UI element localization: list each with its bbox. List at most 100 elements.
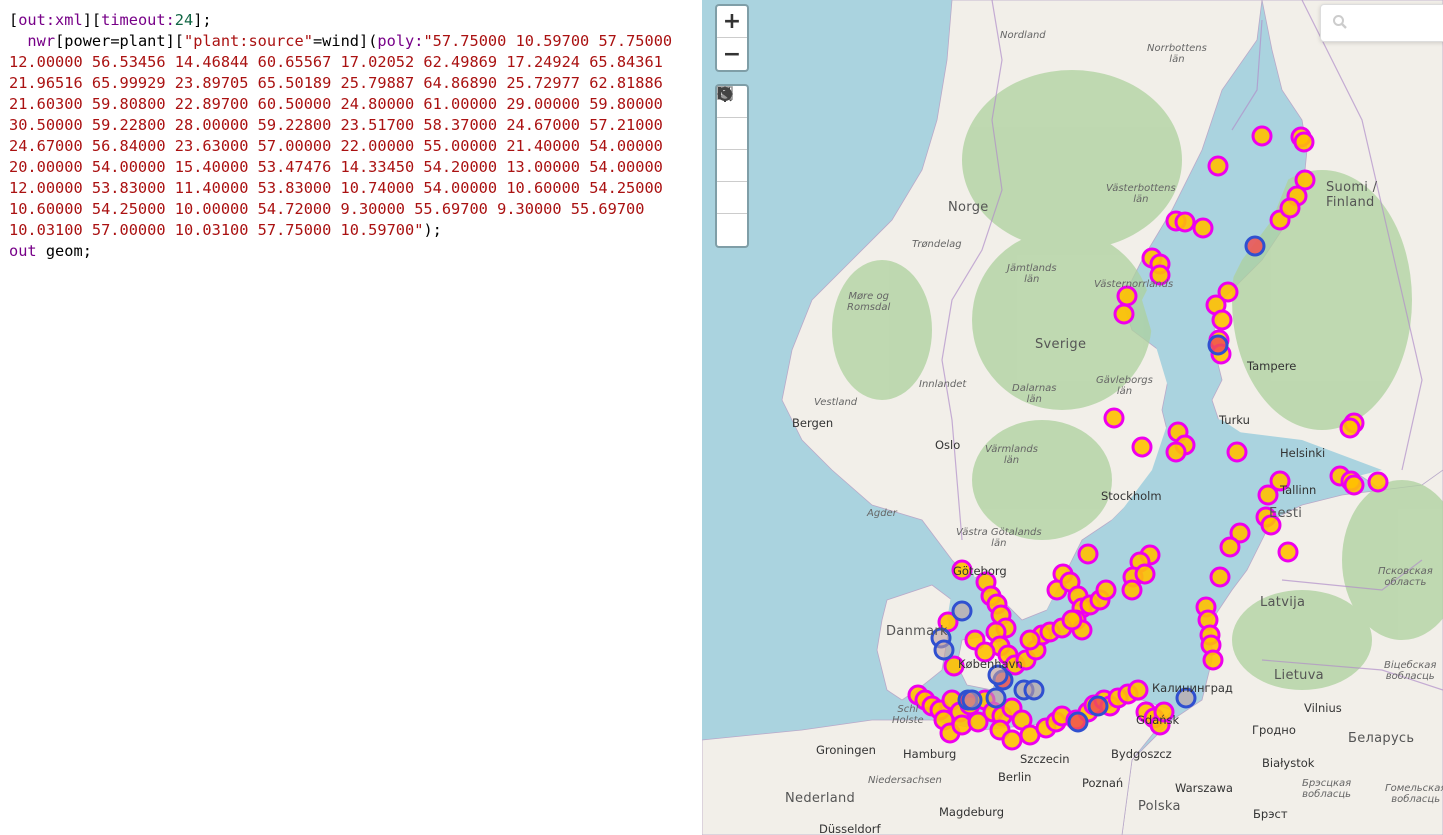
label-brest-city: Брэст [1253, 807, 1288, 821]
query-code[interactable]: [out:xml][timeout:24]; nwr[power=plant][… [0, 0, 702, 262]
label-niedersachsen: Niedersachsen [868, 775, 942, 786]
label-varmland: Värmlands län [985, 444, 1038, 466]
code-token: "plant:source" [184, 32, 313, 50]
wind-plant-marker[interactable] [1113, 303, 1135, 325]
label-norrbotten: Norrbottens län [1147, 43, 1207, 65]
wind-plant-marker[interactable] [1077, 543, 1099, 565]
wind-plant-marker[interactable] [1211, 309, 1233, 331]
query-coords-line: 12.00000 56.53456 14.46844 60.65567 17.0… [9, 53, 663, 71]
zoom-control: + − [715, 4, 749, 72]
wind-plant-marker-area[interactable] [1244, 235, 1266, 257]
wind-plant-marker-outline[interactable] [1023, 679, 1045, 701]
wind-plant-marker[interactable] [1174, 211, 1196, 233]
wind-plant-marker-outline[interactable] [985, 687, 1007, 709]
zoom-in-button[interactable]: + [717, 6, 747, 38]
code-token: out [9, 242, 37, 260]
wind-plant-marker[interactable] [1131, 436, 1153, 458]
label-trondelag: Trøndelag [912, 239, 962, 250]
wind-plant-marker[interactable] [1165, 441, 1187, 463]
wind-plant-marker-outline[interactable] [951, 600, 973, 622]
wind-plant-marker[interactable] [1209, 566, 1231, 588]
label-norge: Norge [948, 200, 989, 215]
wind-plant-marker-area[interactable] [1207, 334, 1229, 356]
label-danmark: Danmark [886, 624, 948, 639]
label-poznan: Poznań [1082, 776, 1124, 790]
code-token: [ [9, 11, 19, 29]
label-tampere: Tampere [1247, 359, 1297, 373]
label-sverige: Sverige [1035, 337, 1087, 352]
wind-plant-marker[interactable] [1134, 563, 1156, 585]
label-groningen: Groningen [816, 743, 876, 757]
label-hamburg: Hamburg [903, 747, 957, 761]
label-bialystok: Białystok [1262, 756, 1315, 770]
wind-plant-marker[interactable] [1293, 131, 1315, 153]
label-bydgoszcz: Bydgoszcz [1111, 747, 1172, 761]
label-stockholm: Stockholm [1101, 489, 1162, 503]
label-vestland: Vestland [814, 397, 858, 408]
map-search-input[interactable] [1320, 4, 1443, 42]
export-image-button[interactable] [717, 86, 747, 182]
wind-plant-marker[interactable] [1019, 629, 1041, 651]
label-lietuva: Lietuva [1274, 668, 1324, 683]
label-vastra: Västra Götalands län [956, 527, 1042, 549]
label-berlin: Berlin [998, 770, 1032, 784]
toggle-data-button[interactable] [717, 87, 747, 246]
label-kobenhavn: København [958, 657, 1023, 671]
code-token: 24 [174, 11, 194, 29]
label-nederland: Nederland [785, 791, 856, 806]
label-magdeburg: Magdeburg [939, 805, 1005, 819]
locate-me-button[interactable] [717, 86, 747, 150]
wind-plant-marker[interactable] [1343, 474, 1365, 496]
label-agder: Agder [867, 508, 897, 519]
code-token: [power=plant][ [55, 32, 184, 50]
label-grodno: Гродно [1252, 723, 1296, 737]
wind-plant-marker[interactable] [1001, 729, 1023, 751]
wind-plant-marker-outline[interactable] [933, 639, 955, 661]
wind-plant-marker[interactable] [1226, 441, 1248, 463]
label-vasterbotten: Västerbottens län [1106, 183, 1176, 205]
code-token: geom; [36, 242, 92, 260]
zoom-to-data-button[interactable] [717, 87, 747, 214]
label-kaliningrad: Калининград [1152, 681, 1233, 695]
wind-plant-marker[interactable] [1103, 407, 1125, 429]
zoom-out-button[interactable]: − [717, 38, 747, 70]
wind-plant-marker[interactable] [1367, 471, 1389, 493]
wind-plant-marker[interactable] [1202, 649, 1224, 671]
wind-plant-marker[interactable] [1127, 679, 1149, 701]
wind-plant-marker[interactable] [1219, 536, 1241, 558]
label-dusseldorf: Düsseldorf [819, 822, 881, 835]
wind-plant-marker[interactable] [1279, 197, 1301, 219]
label-gomel: Гомельская вобласць [1385, 783, 1443, 805]
wind-plant-marker[interactable] [1251, 125, 1273, 147]
wind-plant-marker[interactable] [967, 711, 989, 733]
code-token: "57.75000 10.59700 57.75000 [423, 32, 673, 50]
query-coords-last: 10.03100 57.00000 10.03100 57.75000 10.5… [9, 221, 442, 239]
wind-plant-marker[interactable] [1121, 579, 1143, 601]
query-line-2: nwr[power=plant]["plant:source"=wind](po… [9, 32, 672, 50]
code-token: timeout: [101, 11, 175, 29]
label-oslo: Oslo [935, 438, 961, 452]
label-turku: Turku [1219, 413, 1250, 427]
query-line-1: [out:xml][timeout:24]; [9, 11, 212, 29]
code-token: ][ [82, 11, 102, 29]
wind-plant-marker[interactable] [1257, 484, 1279, 506]
label-gavleborg: Gävleborgs län [1096, 375, 1153, 397]
query-coords-line: 21.96516 65.99929 23.89705 65.50189 25.7… [9, 74, 663, 92]
map-view[interactable]: Nordland Norrbottens län Västerbottens l… [702, 0, 1443, 835]
query-editor[interactable]: [out:xml][timeout:24]; nwr[power=plant][… [0, 0, 702, 835]
no-entry-icon [718, 87, 732, 101]
label-vilnius: Vilnius [1304, 701, 1342, 715]
label-warszawa: Warszawa [1175, 781, 1233, 795]
wind-plant-marker-area[interactable] [1087, 695, 1109, 717]
wind-plant-marker[interactable] [1339, 417, 1361, 439]
wind-plant-marker[interactable] [1061, 609, 1083, 631]
query-coords-line: 21.60300 59.80800 22.89700 60.50000 24.8… [9, 95, 663, 113]
label-vasternorrland: Västernorrlands [1094, 279, 1174, 290]
label-dalarna: Dalarnas län [1012, 383, 1057, 405]
wind-plant-marker-area[interactable] [1067, 711, 1089, 733]
wind-plant-marker[interactable] [1207, 155, 1229, 177]
wind-plant-marker[interactable] [1095, 579, 1117, 601]
wind-plant-marker[interactable] [1192, 217, 1214, 239]
wind-plant-marker-outline[interactable] [961, 689, 983, 711]
wind-plant-marker[interactable] [1277, 541, 1299, 563]
